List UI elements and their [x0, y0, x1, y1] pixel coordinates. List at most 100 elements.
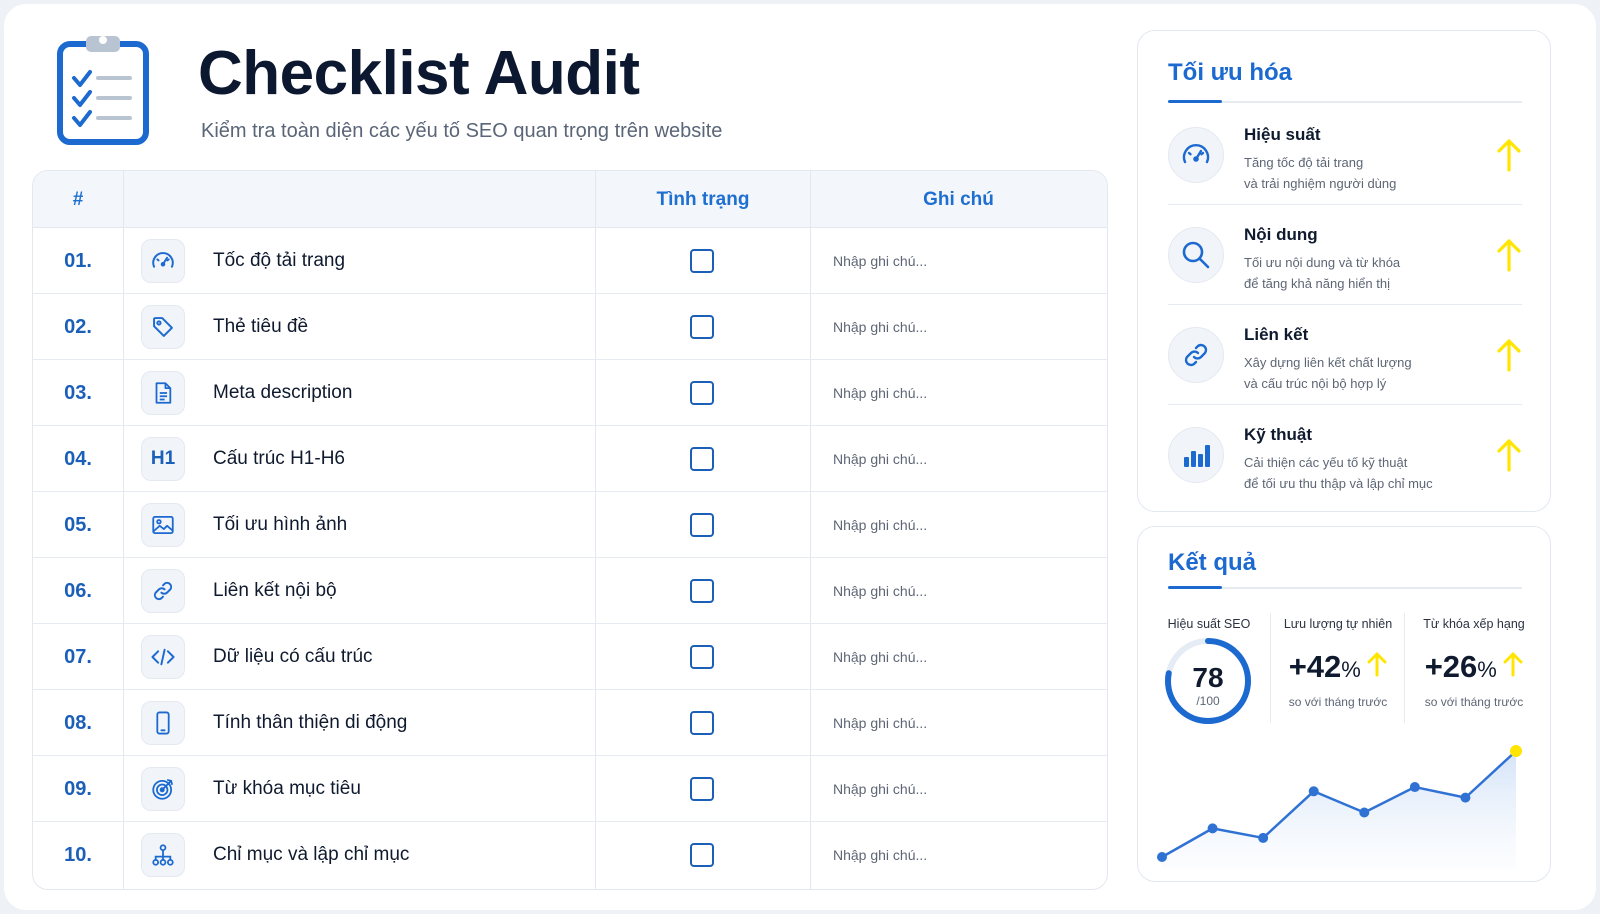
trend-point: [1258, 832, 1269, 843]
code-icon: [141, 635, 185, 679]
row-label: Cấu trúc H1-H6: [213, 448, 345, 469]
row-label: Dữ liệu có cấu trúc: [213, 646, 373, 667]
table-row: 09. Từ khóa mục tiêu: [33, 756, 1107, 822]
note-input[interactable]: [833, 312, 1083, 342]
row-label: Từ khóa mục tiêu: [213, 778, 361, 799]
ranking-keywords-unit: %: [1477, 657, 1497, 682]
trend-point: [1460, 792, 1471, 803]
row-label: Tính thân thiện di động: [213, 712, 408, 733]
optimization-item: Kỹ thuật Cải thiện các yếu tố kỹ thuật đ…: [1168, 405, 1522, 505]
bar-chart-icon: [1168, 427, 1224, 483]
organic-traffic-value: +42: [1288, 649, 1342, 684]
column-header-number: #: [72, 189, 84, 210]
target-icon: [141, 767, 185, 811]
note-input[interactable]: [833, 576, 1083, 606]
row-label: Tối ưu hình ảnh: [213, 514, 348, 535]
status-checkbox[interactable]: [690, 645, 714, 669]
status-checkbox[interactable]: [690, 579, 714, 603]
row-label: Chỉ mục và lập chỉ mục: [213, 844, 410, 865]
seo-score-label: Hiệu suất SEO: [1167, 617, 1251, 631]
organic-traffic-sub: so với tháng trước: [1288, 695, 1388, 709]
note-input[interactable]: [833, 378, 1083, 408]
metric-divider: [1270, 613, 1271, 723]
up-arrow-icon: [1494, 137, 1524, 173]
seo-score-metric: Hiệu suất SEO: [1158, 617, 1260, 631]
optimization-item-desc: Tối ưu nội dung và từ khóa để tăng khả n…: [1244, 252, 1484, 294]
row-label: Liên kết nội bộ: [213, 580, 337, 601]
row-number: 02.: [64, 316, 92, 338]
ranking-keywords-label: Từ khóa xếp hạng: [1423, 617, 1525, 631]
sitemap-icon: [141, 833, 185, 877]
optimization-item-name: Nội dung: [1244, 225, 1318, 244]
title-underline: [1168, 100, 1522, 103]
optimization-item: Nội dung Tối ưu nội dung và từ khóa để t…: [1168, 205, 1522, 305]
optimization-item-desc: Cải thiện các yếu tố kỹ thuật để tối ưu …: [1244, 452, 1484, 494]
page: Checklist Audit Kiểm tra toàn diện các y…: [4, 4, 1596, 910]
optimization-item-name: Kỹ thuật: [1244, 425, 1312, 444]
page-title: Checklist Audit: [198, 39, 640, 108]
page-subtitle: Kiểm tra toàn diện các yếu tố SEO quan t…: [201, 120, 723, 142]
table-header: # Tình trạng Ghi chú: [33, 171, 1107, 228]
ranking-keywords-value: +26: [1424, 649, 1478, 684]
table-row: 06. Liên kết nội bộ: [33, 558, 1107, 624]
speedometer-icon: [141, 239, 185, 283]
row-number: 06.: [64, 580, 92, 602]
status-checkbox[interactable]: [690, 843, 714, 867]
optimization-card: Tối ưu hóa Hiệu suất Tăng tốc độ tải tra…: [1137, 30, 1551, 512]
status-checkbox[interactable]: [690, 711, 714, 735]
desc-line: để tối ưu thu thập và lập chỉ mục: [1244, 476, 1433, 491]
optimization-item-name: Hiệu suất: [1244, 125, 1321, 144]
trend-chart: [1157, 745, 1522, 869]
trend-point: [1308, 786, 1319, 797]
trend-area: [1162, 751, 1516, 869]
desc-line: Xây dựng liên kết chất lượng: [1244, 355, 1412, 370]
table-row: 01. Tốc độ tải trang: [33, 228, 1107, 294]
status-checkbox[interactable]: [690, 381, 714, 405]
title-underline: [1168, 586, 1522, 589]
table-row: 05. Tối ưu hình ảnh: [33, 492, 1107, 558]
optimization-title: Tối ưu hóa: [1168, 59, 1293, 86]
status-checkbox[interactable]: [690, 447, 714, 471]
status-checkbox[interactable]: [690, 777, 714, 801]
column-header-status: Tình trạng: [656, 189, 750, 210]
clipboard-icon: [57, 36, 149, 145]
note-input[interactable]: [833, 774, 1083, 804]
row-number: 01.: [64, 250, 92, 272]
row-label: Thẻ tiêu đề: [213, 316, 309, 337]
trend-point: [1510, 745, 1522, 757]
row-label: Meta description: [213, 382, 353, 403]
note-input[interactable]: [833, 510, 1083, 540]
results-title: Kết quả: [1168, 549, 1257, 576]
status-checkbox[interactable]: [690, 513, 714, 537]
image-icon: [141, 503, 185, 547]
link-icon: [141, 569, 185, 613]
note-input[interactable]: [833, 642, 1083, 672]
seo-score-value: 78: [1192, 662, 1223, 693]
results-card: Kết quả Hiệu suất SEO 78 /100 Lưu lượng …: [1137, 526, 1551, 882]
ranking-keywords-sub: so với tháng trước: [1424, 695, 1524, 709]
note-input[interactable]: [833, 246, 1083, 276]
trend-point: [1409, 782, 1420, 793]
status-checkbox[interactable]: [690, 249, 714, 273]
trend-point: [1157, 852, 1167, 862]
optimization-item-name: Liên kết: [1244, 325, 1309, 344]
up-arrow-icon: [1494, 237, 1524, 273]
speedometer-icon: [1168, 127, 1224, 183]
up-arrow-icon: [1494, 437, 1524, 473]
note-input[interactable]: [833, 840, 1083, 870]
link-icon: [1168, 327, 1224, 383]
status-checkbox[interactable]: [690, 315, 714, 339]
table-row: 10. Chỉ mục và lập chỉ mục: [33, 822, 1107, 888]
desc-line: Tăng tốc độ tải trang: [1244, 155, 1364, 170]
row-label: Tốc độ tải trang: [213, 250, 346, 271]
desc-line: Tối ưu nội dung và từ khóa: [1244, 255, 1401, 270]
optimization-item-desc: Tăng tốc độ tải trang và trải nghiệm ngư…: [1244, 152, 1484, 194]
row-number: 03.: [64, 382, 92, 404]
mobile-icon: [141, 701, 185, 745]
row-number: 07.: [64, 646, 92, 668]
note-input[interactable]: [833, 708, 1083, 738]
tag-icon: [141, 305, 185, 349]
note-input[interactable]: [833, 444, 1083, 474]
h1-icon: H1: [141, 437, 185, 481]
desc-line: và trải nghiệm người dùng: [1244, 176, 1397, 191]
